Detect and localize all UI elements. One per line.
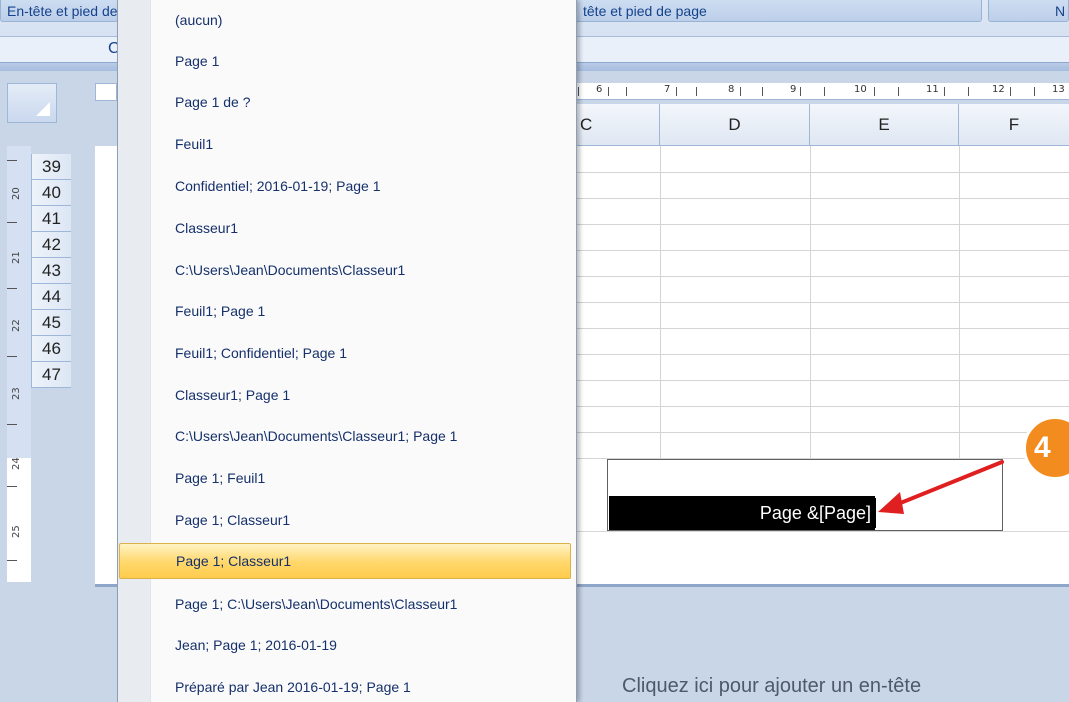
grid-line — [572, 224, 1069, 225]
grid-line — [572, 172, 1069, 173]
select-all-button[interactable] — [7, 83, 57, 123]
ruler-number: 8 — [728, 84, 735, 95]
vruler-number: 21 — [11, 251, 22, 264]
row-header-46[interactable]: 46 — [31, 336, 71, 362]
row-header-43[interactable]: 43 — [31, 258, 71, 284]
grid-line — [572, 406, 1069, 407]
horizontal-ruler: 6 7 8 9 10 11 12 13 — [572, 83, 1069, 100]
ruler-number: 12 — [992, 84, 1005, 95]
grid-line — [572, 380, 1069, 381]
ruler-tick — [7, 288, 17, 289]
row-header-41[interactable]: 41 — [31, 206, 71, 232]
ruler-tick — [740, 87, 741, 96]
callout-arrow-icon — [878, 460, 1004, 514]
ribbon-group-header-footer-left[interactable]: En-tête et pied de page — [0, 0, 118, 22]
ruler-tick — [944, 87, 945, 96]
ruler-left-stub — [95, 83, 117, 101]
column-header-d[interactable]: D — [660, 104, 810, 145]
ruler-tick — [626, 87, 627, 96]
dropdown-item[interactable]: Classeur1; Page 1 — [119, 375, 573, 415]
vruler-number: 23 — [11, 387, 22, 400]
dropdown-item[interactable]: (aucun) — [119, 0, 573, 40]
ruler-tick — [824, 87, 825, 96]
footer-separator — [572, 531, 1069, 532]
column-headers: C D E F — [572, 104, 1069, 146]
ruler-tick — [7, 424, 17, 425]
ruler-number: 10 — [854, 84, 867, 95]
ribbon-group-right[interactable]: N — [988, 0, 1069, 22]
dropdown-item[interactable]: Page 1; C:\Users\Jean\Documents\Classeur… — [119, 584, 573, 624]
grid-line — [572, 250, 1069, 251]
select-all-triangle-icon — [36, 102, 50, 116]
grid-line — [572, 276, 1069, 277]
ruler-tick — [800, 87, 801, 96]
ruler-number: 13 — [1052, 84, 1065, 95]
ruler-tick — [7, 222, 17, 223]
ruler-tick — [7, 356, 17, 357]
row-header-44[interactable]: 44 — [31, 284, 71, 310]
column-header-e[interactable]: E — [810, 104, 959, 145]
column-header-c[interactable]: C — [572, 104, 660, 145]
dropdown-item[interactable]: Feuil1 — [119, 124, 573, 164]
ruler-tick — [874, 87, 875, 96]
ruler-tick — [7, 560, 17, 561]
ruler-tick — [968, 87, 969, 96]
ruler-tick — [762, 87, 763, 96]
row-header-47[interactable]: 47 — [31, 362, 71, 388]
footer-field-code[interactable]: Page &[Page] — [609, 496, 875, 530]
ribbon-group-header-footer[interactable]: tête et pied de page — [572, 0, 982, 22]
ruler-tick — [7, 486, 17, 487]
ruler-tick — [1034, 87, 1035, 96]
vruler-number: 24 — [11, 457, 22, 470]
ruler-number: 11 — [926, 84, 939, 95]
column-header-f[interactable]: F — [959, 104, 1069, 145]
grid-line — [572, 354, 1069, 355]
row-header-39[interactable]: 39 — [31, 154, 71, 180]
vruler-number: 25 — [11, 525, 22, 538]
row-header-42[interactable]: 42 — [31, 232, 71, 258]
ruler-tick — [7, 160, 17, 161]
vruler-number: 22 — [11, 319, 22, 332]
dropdown-item[interactable]: C:\Users\Jean\Documents\Classeur1; Page … — [119, 416, 573, 456]
dropdown-item[interactable]: C:\Users\Jean\Documents\Classeur1 — [119, 250, 573, 290]
dropdown-item[interactable]: Page 1; Feuil1 — [119, 458, 573, 498]
dropdown-item[interactable]: Feuil1; Confidentiel; Page 1 — [119, 333, 573, 373]
header-placeholder[interactable]: Cliquez ici pour ajouter un en-tête — [622, 675, 921, 698]
ruler-tick — [1010, 87, 1011, 96]
dropdown-item[interactable]: Classeur1 — [119, 208, 573, 248]
dropdown-item[interactable]: Confidentiel; 2016-01-19; Page 1 — [119, 166, 573, 206]
dropdown-item[interactable]: Page 1 de ? — [119, 82, 573, 122]
grid-line — [572, 328, 1069, 329]
ruler-number: 6 — [596, 84, 603, 95]
ruler-number: 9 — [790, 84, 797, 95]
ruler-tick — [898, 87, 899, 96]
ruler-number: 7 — [664, 84, 671, 95]
dropdown-item[interactable]: Jean; Page 1; 2016-01-19 — [119, 625, 573, 665]
row-header-45[interactable]: 45 — [31, 310, 71, 336]
ruler-tick — [676, 87, 677, 96]
ruler-tick — [608, 87, 609, 96]
vruler-number: 20 — [11, 187, 22, 200]
ruler-tick — [578, 87, 579, 96]
ruler-tick — [696, 87, 697, 96]
dropdown-item[interactable]: Page 1; Classeur1 — [119, 500, 573, 540]
row-header-40[interactable]: 40 — [31, 180, 71, 206]
grid-line — [572, 198, 1069, 199]
dropdown-item[interactable]: Page 1 — [119, 41, 573, 81]
footer-dropdown-list[interactable]: (aucun) Page 1 Page 1 de ? Feuil1 Confid… — [117, 0, 577, 702]
dropdown-item-highlighted[interactable]: Page 1; Classeur1 — [119, 543, 571, 579]
grid-line — [572, 302, 1069, 303]
grid-line — [572, 432, 1069, 433]
dropdown-item[interactable]: Feuil1; Page 1 — [119, 291, 573, 331]
dropdown-item[interactable]: Préparé par Jean 2016-01-19; Page 1 — [119, 667, 573, 702]
